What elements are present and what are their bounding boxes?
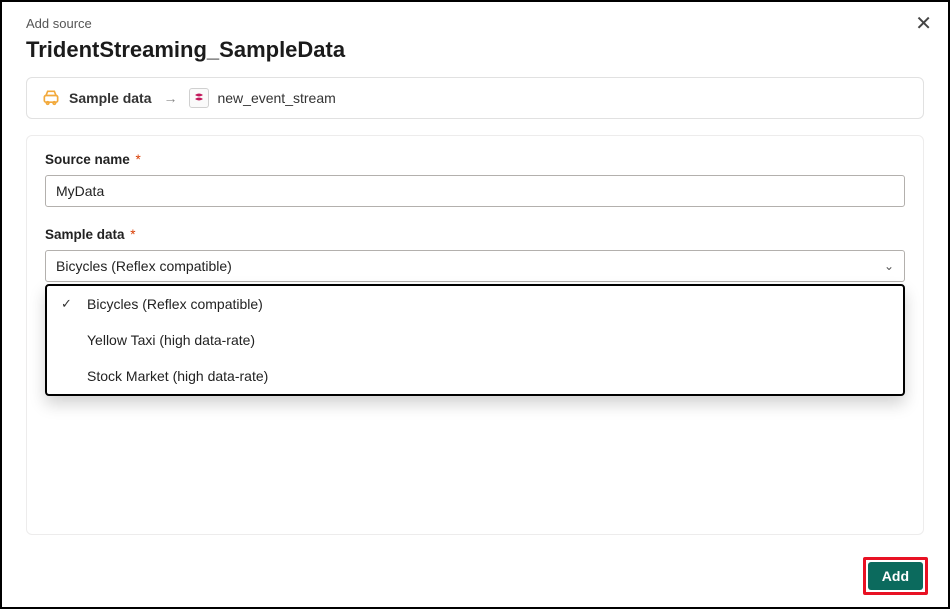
taxi-icon — [41, 88, 61, 108]
chevron-down-icon: ⌄ — [884, 259, 894, 273]
breadcrumb-target: new_event_stream — [189, 88, 335, 108]
sample-data-select[interactable]: Bicycles (Reflex compatible) ⌄ — [45, 250, 905, 282]
dropdown-option-stock-market[interactable]: Stock Market (high data-rate) — [47, 358, 903, 394]
breadcrumb: Sample data → new_event_stream — [26, 77, 924, 119]
arrow-right-icon: → — [163, 90, 177, 106]
page-title: TridentStreaming_SampleData — [26, 37, 924, 63]
panel-subtitle: Add source — [26, 16, 924, 31]
sample-data-selected-text: Bicycles (Reflex compatible) — [56, 258, 232, 274]
breadcrumb-source-label: Sample data — [69, 90, 151, 106]
dropdown-option-bicycles[interactable]: ✓ Bicycles (Reflex compatible) — [47, 286, 903, 322]
breadcrumb-target-label: new_event_stream — [217, 90, 335, 106]
eventstream-icon — [189, 88, 209, 108]
dropdown-option-yellow-taxi[interactable]: Yellow Taxi (high data-rate) — [47, 322, 903, 358]
required-indicator: * — [132, 152, 141, 167]
dropdown-option-label: Bicycles (Reflex compatible) — [87, 296, 263, 312]
close-icon[interactable]: ✕ — [915, 14, 932, 34]
sample-data-dropdown: ✓ Bicycles (Reflex compatible) Yellow Ta… — [45, 284, 905, 396]
add-button-highlight: Add — [863, 557, 928, 595]
form-panel: Source name * Sample data * Bicycles (Re… — [26, 135, 924, 535]
add-button[interactable]: Add — [868, 562, 923, 590]
source-name-label: Source name * — [45, 152, 905, 167]
dropdown-option-label: Stock Market (high data-rate) — [87, 368, 268, 384]
required-indicator: * — [127, 227, 136, 242]
dropdown-option-label: Yellow Taxi (high data-rate) — [87, 332, 255, 348]
sample-data-label: Sample data * — [45, 227, 905, 242]
footer: Add — [863, 557, 928, 595]
breadcrumb-source: Sample data — [41, 88, 151, 108]
check-icon: ✓ — [61, 296, 72, 312]
source-name-input[interactable] — [45, 175, 905, 207]
